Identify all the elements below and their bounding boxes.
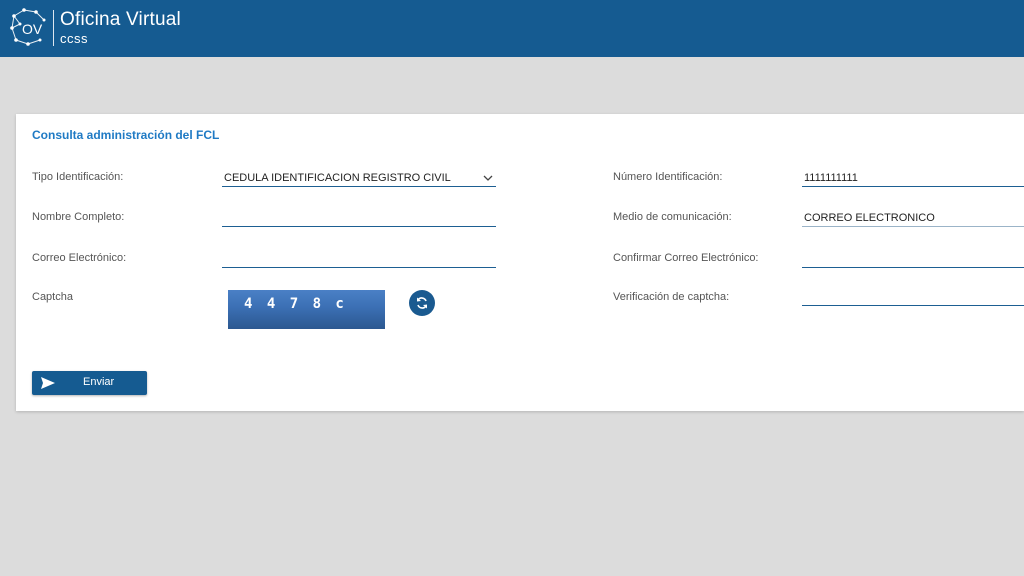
nombre-completo-label: Nombre Completo: xyxy=(32,211,125,223)
tipo-identificacion-value: CEDULA IDENTIFICACION REGISTRO CIVIL xyxy=(224,172,451,184)
medio-comunicacion-value: CORREO ELECTRONICO xyxy=(804,212,935,224)
correo-electronico-input[interactable] xyxy=(222,250,496,268)
captcha-label: Captcha xyxy=(32,291,73,303)
app-title: Oficina Virtual xyxy=(60,9,181,30)
form-title: Consulta administración del FCL xyxy=(32,128,220,142)
top-bar: OV Oficina Virtual ccss xyxy=(0,0,1024,57)
numero-identificacion-label: Número Identificación: xyxy=(613,171,723,183)
captcha-image: 4 4 7 8 c xyxy=(228,290,385,329)
app-subtitle: ccss xyxy=(60,31,88,46)
tipo-identificacion-label: Tipo Identificación: xyxy=(32,171,124,183)
captcha-refresh-button[interactable] xyxy=(409,290,435,316)
refresh-icon xyxy=(417,297,427,309)
ov-logo-icon: OV xyxy=(10,8,46,46)
form-card: Consulta administración del FCL Tipo Ide… xyxy=(16,114,1024,411)
confirmar-correo-input[interactable] xyxy=(802,250,1024,268)
confirmar-correo-label: Confirmar Correo Electrónico: xyxy=(613,252,759,264)
verificacion-captcha-input[interactable] xyxy=(802,288,1024,306)
enviar-label: Enviar xyxy=(83,376,115,388)
chevron-down-icon xyxy=(483,175,493,181)
send-icon xyxy=(41,377,55,389)
nombre-completo-input[interactable] xyxy=(222,209,496,227)
correo-electronico-label: Correo Electrónico: xyxy=(32,252,127,264)
logo-divider xyxy=(53,10,54,46)
verificacion-captcha-label: Verificación de captcha: xyxy=(613,291,730,303)
numero-identificacion-input[interactable]: 1111111111 xyxy=(802,169,1024,187)
svg-text:OV: OV xyxy=(22,21,43,37)
numero-identificacion-value: 1111111111 xyxy=(804,172,858,184)
enviar-button[interactable]: Enviar xyxy=(32,371,147,395)
medio-comunicacion-label: Medio de comunicación: xyxy=(613,211,732,223)
medio-comunicacion-field[interactable]: CORREO ELECTRONICO xyxy=(802,209,1024,227)
tipo-identificacion-select[interactable]: CEDULA IDENTIFICACION REGISTRO CIVIL xyxy=(222,169,496,187)
captcha-text: 4 4 7 8 c xyxy=(244,296,347,312)
